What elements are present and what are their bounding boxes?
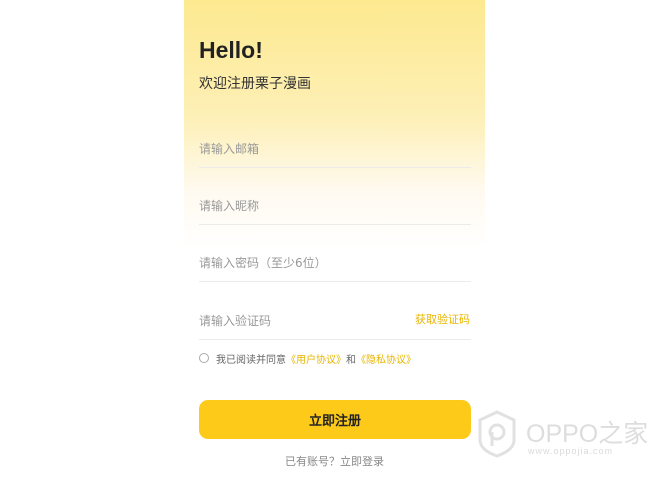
password-input[interactable] xyxy=(199,254,399,272)
password-field xyxy=(199,252,471,282)
register-screen: Hello! 欢迎注册栗子漫画 获取验证码 我已阅读并同意 《用户协议》 和 《… xyxy=(184,0,485,478)
page-subtitle: 欢迎注册栗子漫画 xyxy=(199,76,311,92)
verification-code-field: 获取验证码 xyxy=(199,310,471,340)
agreement-and: 和 xyxy=(346,354,356,366)
agreement-radio[interactable] xyxy=(199,353,209,363)
email-input[interactable] xyxy=(199,140,399,158)
user-agreement-link[interactable]: 《用户协议》 xyxy=(286,351,346,366)
page-title: Hello! xyxy=(199,37,263,63)
has-account-text: 已有账号？ xyxy=(285,455,340,468)
login-link[interactable]: 立即登录 xyxy=(340,455,384,468)
oppo-logo-icon xyxy=(478,410,516,458)
nickname-field xyxy=(199,195,471,225)
privacy-agreement-link[interactable]: 《隐私协议》 xyxy=(356,351,416,366)
get-code-button[interactable]: 获取验证码 xyxy=(415,311,470,327)
watermark: OPPO之家 www.oppojia.com xyxy=(472,408,648,464)
nickname-input[interactable] xyxy=(199,197,399,215)
watermark-url: www.oppojia.com xyxy=(528,446,614,456)
agreement-prefix: 我已阅读并同意 xyxy=(216,354,286,366)
verification-code-input[interactable] xyxy=(199,312,399,330)
watermark-brand: OPPO之家 xyxy=(526,420,649,448)
page: Hello! 欢迎注册栗子漫画 获取验证码 我已阅读并同意 《用户协议》 和 《… xyxy=(0,0,656,478)
email-field xyxy=(199,138,471,168)
login-prompt: 已有账号？立即登录 xyxy=(184,453,485,469)
agreement-row: 我已阅读并同意 《用户协议》 和 《隐私协议》 xyxy=(199,350,416,366)
register-button[interactable]: 立即注册 xyxy=(199,400,471,439)
